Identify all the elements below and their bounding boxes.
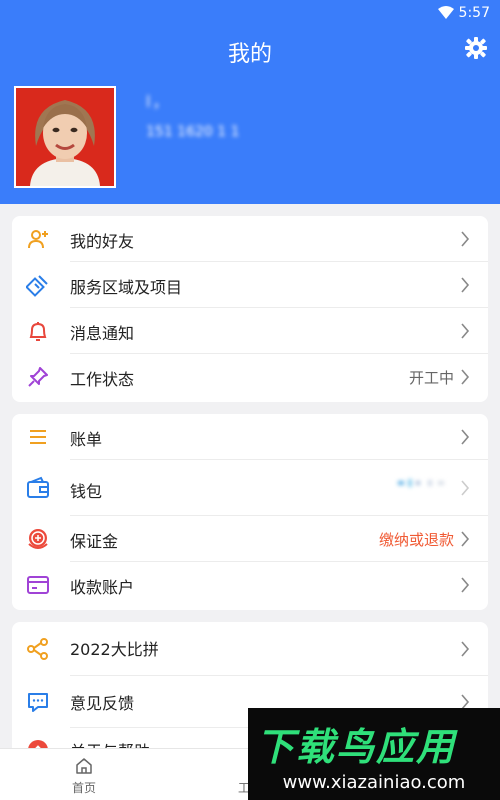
wallet-balance-blurred: [398, 479, 444, 487]
status-bar: 5:57: [0, 0, 500, 26]
menu-card-account: 我的好友 服务区域及项目 消息通知 工作状态 开工中: [12, 216, 488, 402]
menu-row-work-status[interactable]: 工作状态 开工中: [12, 354, 488, 400]
menu-label: 意见反馈: [70, 694, 135, 713]
settings-gear-icon[interactable]: [464, 36, 488, 60]
watermark-overlay: 下载鸟应用 www.xiazainiao.com: [248, 708, 500, 800]
chevron-right-icon: [461, 480, 470, 496]
menu-row-bills[interactable]: 账单: [12, 414, 488, 460]
chevron-right-icon: [461, 323, 470, 339]
home-icon: [76, 758, 92, 774]
feedback-icon: [28, 693, 48, 712]
menu-row-deposit[interactable]: 保证金 缴纳或退款: [12, 516, 488, 562]
menu-label: 保证金: [70, 532, 119, 551]
menu-label: 服务区域及项目: [70, 278, 183, 297]
profile-phone: 151 1620 1 1: [146, 124, 240, 140]
chevron-right-icon: [461, 369, 470, 385]
menu-label: 收款账户: [70, 578, 135, 597]
wallet-icon: [27, 476, 49, 498]
menu-row-payment-account[interactable]: 收款账户: [12, 562, 488, 608]
profile-name: l，: [146, 92, 171, 111]
share-icon: [27, 638, 48, 660]
menu-row-service-area[interactable]: 服务区域及项目: [12, 262, 488, 308]
work-status-value: 开工中: [408, 369, 454, 387]
menu-row-friends[interactable]: 我的好友: [12, 216, 488, 262]
menu-row-competition[interactable]: 2022大比拼: [12, 622, 488, 676]
page-title: 我的: [227, 42, 272, 67]
menu-row-wallet[interactable]: 钱包: [12, 460, 488, 516]
chevron-right-icon: [461, 429, 470, 445]
menu-row-notifications[interactable]: 消息通知: [12, 308, 488, 354]
menu-label: 我的好友: [70, 232, 135, 251]
chevron-right-icon: [461, 531, 470, 547]
chevron-right-icon: [461, 577, 470, 593]
menu-card-finance: 账单 钱包 保证金 缴纳或退款 收款账户: [12, 414, 488, 610]
menu-label: 消息通知: [70, 324, 135, 343]
card-icon: [27, 576, 49, 594]
chevron-right-icon: [461, 231, 470, 247]
bill-icon: [30, 430, 46, 444]
tab-home[interactable]: 首页: [44, 749, 124, 800]
bell-icon: [29, 322, 47, 341]
chevron-right-icon: [461, 277, 470, 293]
chevron-right-icon: [461, 641, 470, 657]
status-time: 5:57: [458, 5, 490, 21]
profile-header: 我的 l， 151 1620 1 1: [0, 26, 500, 204]
menu-label: 账单: [70, 430, 103, 449]
pin-icon: [28, 367, 48, 387]
wifi-icon: [438, 6, 454, 19]
menu-label: 钱包: [70, 482, 103, 501]
menu-label: 工作状态: [70, 370, 135, 389]
deposit-icon: [28, 529, 48, 549]
add-friend-icon: [28, 230, 48, 249]
tab-label: 首页: [71, 781, 96, 795]
avatar-photo: [16, 88, 114, 186]
service-area-icon: [26, 275, 48, 297]
watermark-brand: 下载鸟应用: [256, 725, 457, 769]
watermark-url: www.xiazainiao.com: [282, 772, 466, 793]
avatar[interactable]: [14, 86, 116, 188]
menu-label: 2022大比拼: [70, 640, 159, 659]
deposit-action-value: 缴纳或退款: [378, 531, 454, 549]
